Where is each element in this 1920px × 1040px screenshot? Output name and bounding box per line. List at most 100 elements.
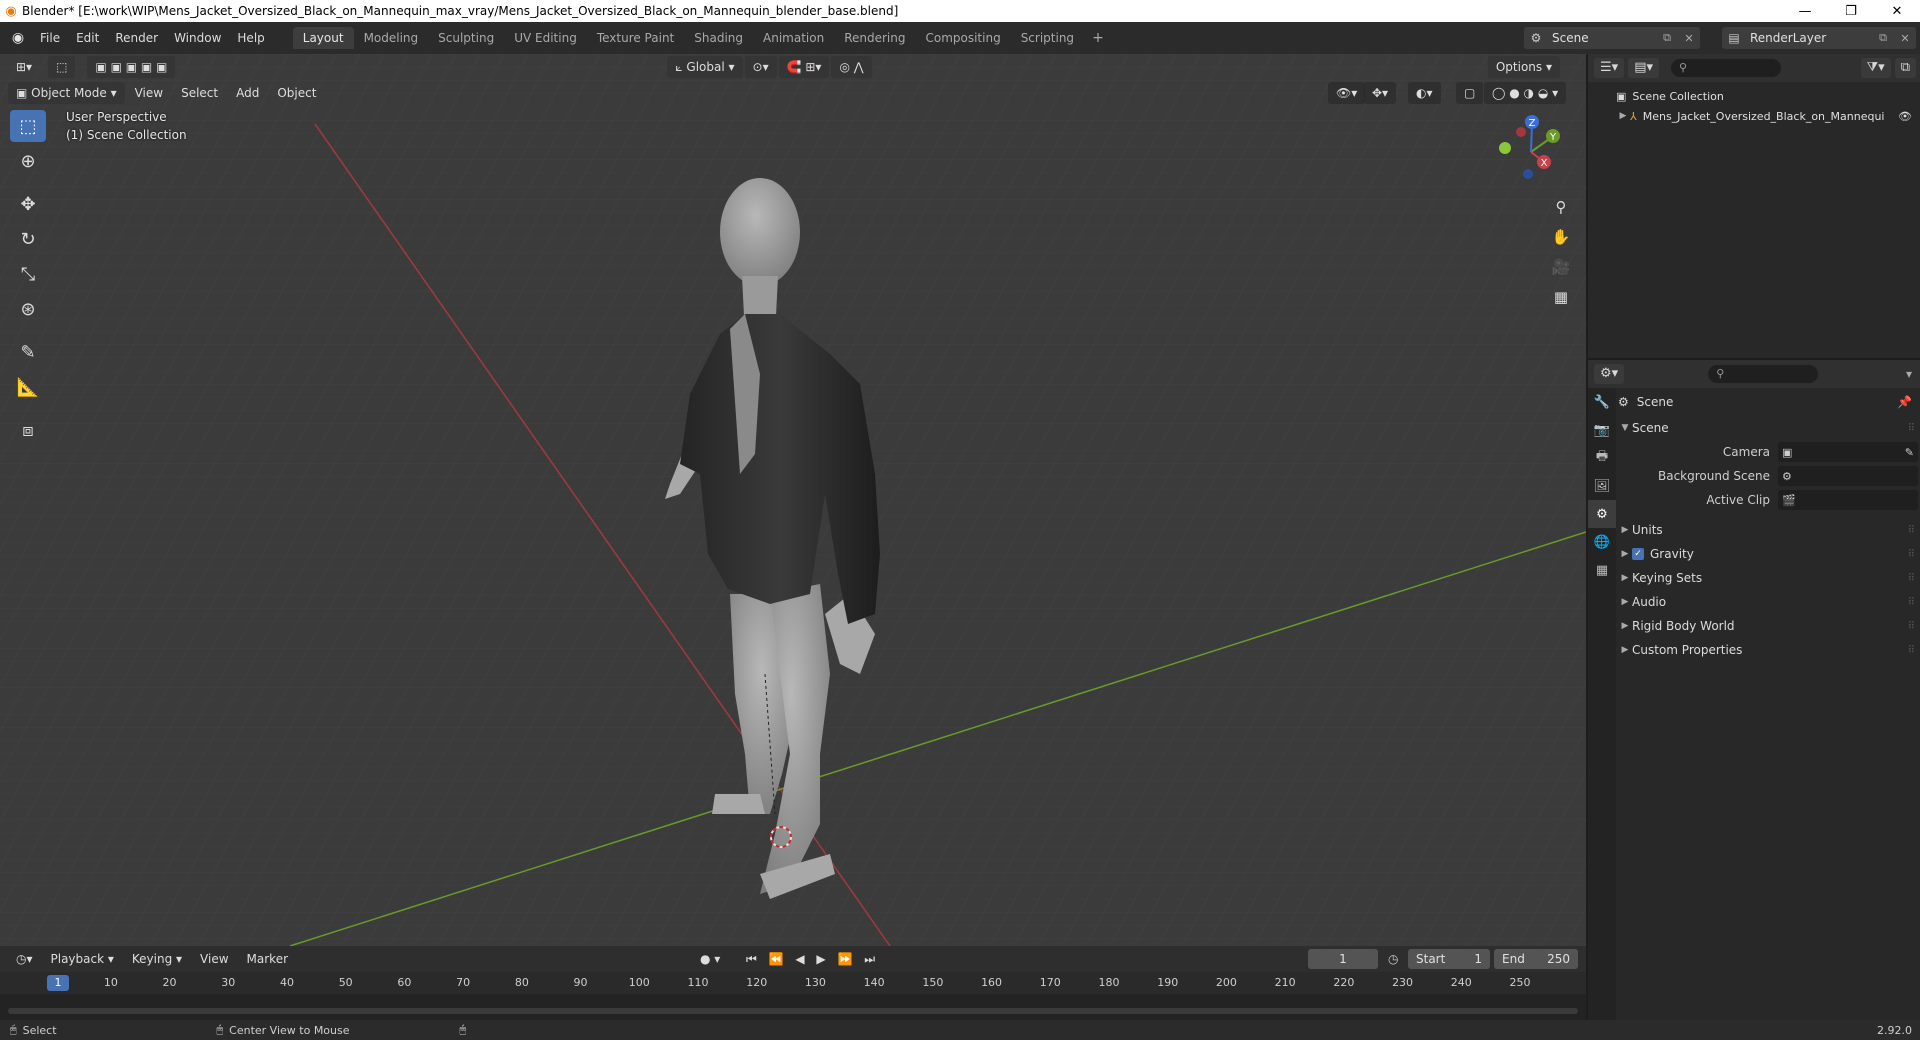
menu-edit[interactable]: Edit bbox=[68, 27, 107, 49]
cursor-tool[interactable]: ⊕ bbox=[10, 145, 46, 177]
3d-viewport[interactable]: ⊞▾ ⬚ ▣ ▣ ▣ ▣ ▣ ⟀ Global ▾ ⊙▾ 🧲 ⊞▾ ◎ ⋀ Op… bbox=[0, 54, 1586, 946]
gravity-checkbox[interactable]: ✓ bbox=[1632, 548, 1644, 560]
proportional-editing-toggle[interactable]: ◎ ⋀ bbox=[831, 56, 872, 78]
object-mode-dropdown[interactable]: ▣ Object Mode ▾ bbox=[8, 82, 125, 104]
tab-modeling[interactable]: Modeling bbox=[354, 27, 429, 49]
end-frame-field[interactable]: End 250 bbox=[1494, 949, 1578, 969]
playback-controls[interactable]: ⏮ ⏪ ◀ ▶ ⏩ ⏭ bbox=[746, 952, 879, 967]
blender-logo-icon[interactable]: ◉ bbox=[4, 24, 32, 52]
navigation-gizmo[interactable]: Z Y X bbox=[1496, 112, 1566, 192]
snapping-toggle[interactable]: 🧲 ⊞▾ bbox=[778, 56, 830, 78]
current-frame-field[interactable]: 1 bbox=[1308, 949, 1378, 969]
viewport-menu-object[interactable]: Object bbox=[269, 82, 324, 104]
output-tab-icon[interactable]: 🖶 bbox=[1588, 444, 1616, 472]
outliner-scene-collection[interactable]: ▣ Scene Collection bbox=[1588, 86, 1920, 106]
new-collection-icon[interactable]: ⧉ bbox=[1894, 58, 1916, 78]
tab-uv-editing[interactable]: UV Editing bbox=[504, 27, 587, 49]
gizmo-neg-x-axis[interactable] bbox=[1516, 127, 1526, 137]
custom-properties-panel[interactable]: ▶ Custom Properties ⠿ bbox=[1618, 638, 1920, 662]
timeline-scrollbar[interactable] bbox=[8, 1008, 1578, 1014]
viewport-menu-view[interactable]: View bbox=[127, 82, 171, 104]
pan-hand-icon[interactable]: ✋ bbox=[1548, 224, 1574, 250]
tab-sculpting[interactable]: Sculpting bbox=[428, 27, 504, 49]
preview-range-icon[interactable]: ◷ bbox=[1388, 952, 1398, 966]
ortho-toggle-icon[interactable]: ▦ bbox=[1548, 284, 1574, 310]
visibility-dropdown[interactable]: 👁▾ bbox=[1328, 82, 1366, 104]
record-button[interactable]: ● ▾ bbox=[700, 952, 720, 966]
tab-compositing[interactable]: Compositing bbox=[915, 27, 1010, 49]
drag-handle-icon[interactable]: ⠿ bbox=[1908, 525, 1915, 536]
properties-search-input[interactable]: ⚲ bbox=[1708, 365, 1819, 383]
gizmo-neg-y-axis[interactable] bbox=[1499, 142, 1511, 154]
pivot-point-dropdown[interactable]: ⊙▾ bbox=[744, 56, 777, 78]
new-view-layer-icon[interactable]: ⧉ bbox=[1872, 31, 1894, 45]
xray-toggle[interactable]: ▢ bbox=[1456, 82, 1484, 104]
menu-help[interactable]: Help bbox=[229, 27, 272, 49]
tab-scripting[interactable]: Scripting bbox=[1011, 27, 1084, 49]
tab-animation[interactable]: Animation bbox=[753, 27, 834, 49]
add-workspace-button[interactable]: + bbox=[1084, 27, 1112, 49]
delete-view-layer-icon[interactable]: ✕ bbox=[1894, 32, 1916, 45]
drag-handle-icon[interactable]: ⠿ bbox=[1908, 645, 1915, 656]
menu-render[interactable]: Render bbox=[107, 27, 166, 49]
view-layer-tab-icon[interactable]: 🖼 bbox=[1588, 472, 1616, 500]
zoom-icon[interactable]: ⚲ bbox=[1548, 194, 1574, 220]
add-cube-tool[interactable]: ⧈ bbox=[10, 414, 46, 446]
menu-file[interactable]: File bbox=[32, 27, 68, 49]
rigid-body-world-panel[interactable]: ▶ Rigid Body World ⠿ bbox=[1618, 614, 1920, 638]
transform-orientation-dropdown[interactable]: ⟀ Global ▾ bbox=[667, 56, 743, 78]
selection-mode-icons[interactable]: ▣ ▣ ▣ ▣ ▣ bbox=[87, 56, 176, 78]
properties-editor-type-button[interactable]: ⚙▾ bbox=[1594, 364, 1625, 384]
viewport-menu-select[interactable]: Select bbox=[173, 82, 226, 104]
select-box-tool[interactable]: ⬚ bbox=[10, 110, 46, 142]
filter-icon[interactable]: ⧩▾ bbox=[1860, 58, 1891, 78]
delete-scene-icon[interactable]: ✕ bbox=[1678, 32, 1700, 45]
editor-type-button[interactable]: ⊞▾ bbox=[8, 56, 40, 78]
drag-handle-icon[interactable]: ⠿ bbox=[1908, 621, 1915, 632]
active-clip-field[interactable]: 🎬 bbox=[1778, 490, 1918, 510]
display-mode-button[interactable]: ▤▾ bbox=[1628, 58, 1659, 78]
drag-handle-icon[interactable]: ⠿ bbox=[1908, 597, 1915, 608]
move-tool[interactable]: ✥ bbox=[10, 188, 46, 220]
timeline-menu-keying[interactable]: Keying ▾ bbox=[124, 948, 190, 970]
scale-tool[interactable]: ⤡ bbox=[10, 258, 46, 290]
timeline-menu-view[interactable]: View bbox=[192, 948, 236, 970]
outliner-item[interactable]: ▶ ⅄ Mens_Jacket_Oversized_Black_on_Manne… bbox=[1588, 106, 1920, 126]
audio-panel[interactable]: ▶ Audio ⠿ bbox=[1618, 590, 1920, 614]
minimize-button[interactable]: — bbox=[1782, 0, 1828, 22]
new-scene-icon[interactable]: ⧉ bbox=[1656, 31, 1678, 45]
options-dropdown[interactable]: Options ▾ bbox=[1487, 56, 1560, 78]
keying-sets-panel[interactable]: ▶ Keying Sets ⠿ bbox=[1618, 566, 1920, 590]
render-tab-icon[interactable]: 📷 bbox=[1588, 416, 1616, 444]
viewport-menu-add[interactable]: Add bbox=[228, 82, 267, 104]
maximize-button[interactable]: ❐ bbox=[1828, 0, 1874, 22]
tab-layout[interactable]: Layout bbox=[292, 27, 354, 49]
texture-tab-icon[interactable]: ▦ bbox=[1588, 556, 1616, 584]
timeline-menu-marker[interactable]: Marker bbox=[239, 948, 296, 970]
gravity-panel[interactable]: ▶ ✓ Gravity ⠿ bbox=[1618, 542, 1920, 566]
timeline-ruler[interactable]: 1 10 20 30 40 50 60 70 80 90 100 110 120 130 140 150 16… bbox=[0, 972, 1586, 994]
scene-selector[interactable]: ⚙ Scene ⧉ ✕ bbox=[1524, 27, 1700, 49]
view-layer-selector[interactable]: ▤ RenderLayer ⧉ ✕ bbox=[1722, 27, 1916, 49]
outliner-search-input[interactable]: ⚲ bbox=[1671, 59, 1781, 77]
camera-view-icon[interactable]: 🎥 bbox=[1548, 254, 1574, 280]
units-panel[interactable]: ▶ Units ⠿ bbox=[1618, 518, 1920, 542]
drag-handle-icon[interactable]: ⠿ bbox=[1908, 549, 1915, 560]
rotate-tool[interactable]: ↻ bbox=[10, 223, 46, 255]
expand-arrow-icon[interactable]: ▶ bbox=[1616, 111, 1630, 121]
pin-icon[interactable]: 📌 bbox=[1897, 395, 1912, 409]
tab-shading[interactable]: Shading bbox=[684, 27, 753, 49]
scene-section-header[interactable]: ▼ Scene ⠿ bbox=[1618, 416, 1920, 440]
tool-tab-icon[interactable]: 🔧 bbox=[1588, 388, 1616, 416]
tab-rendering[interactable]: Rendering bbox=[834, 27, 915, 49]
shading-mode-buttons[interactable]: ◯ ● ◑ ◒ ▾ bbox=[1484, 82, 1567, 104]
annotate-tool[interactable]: ✎ bbox=[10, 336, 46, 368]
tab-texture-paint[interactable]: Texture Paint bbox=[587, 27, 684, 49]
gizmo-toggle[interactable]: ✥▾ bbox=[1364, 82, 1397, 104]
start-frame-field[interactable]: Start 1 bbox=[1408, 949, 1490, 969]
measure-tool[interactable]: 📐 bbox=[10, 371, 46, 403]
background-scene-field[interactable]: ⚙ bbox=[1778, 466, 1918, 486]
world-tab-icon[interactable]: 🌐 bbox=[1588, 528, 1616, 556]
current-frame-marker[interactable]: 1 bbox=[47, 975, 69, 991]
timeline-editor-type-button[interactable]: ◷▾ bbox=[8, 948, 41, 970]
